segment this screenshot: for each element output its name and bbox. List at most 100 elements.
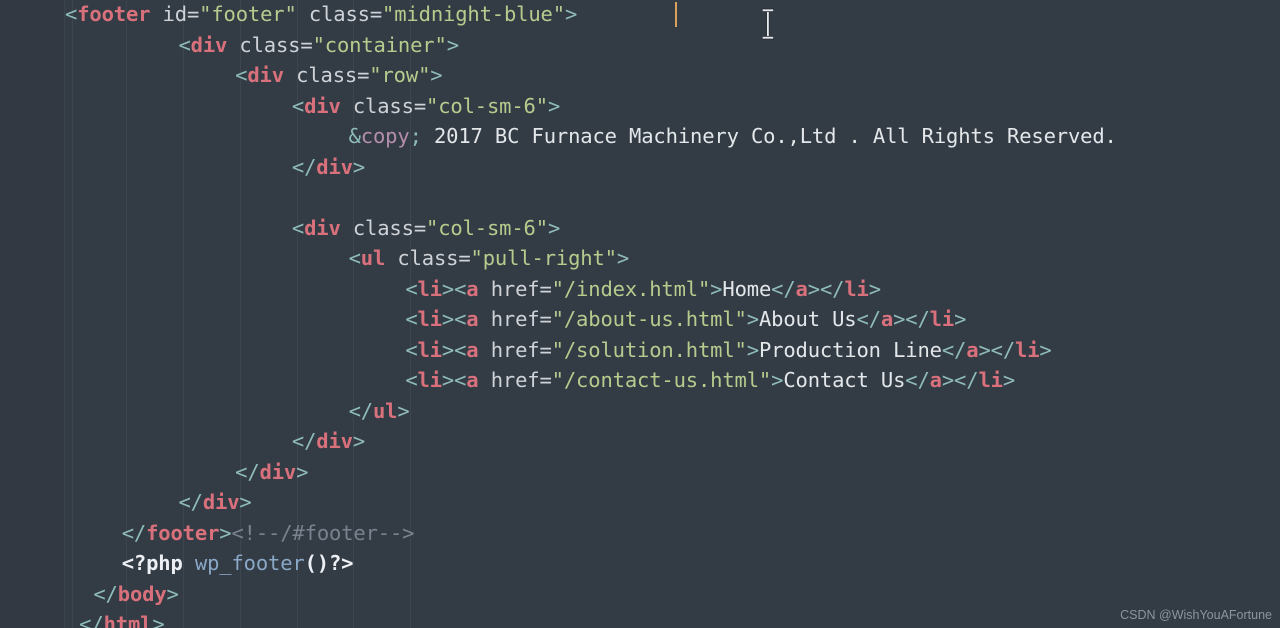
code-token: div (304, 215, 341, 240)
code-line[interactable]: <div class="col-sm-6"> (292, 213, 560, 244)
code-token: "/about-us.html" (551, 307, 747, 331)
code-token: a (466, 337, 479, 362)
code-token: ></ (807, 276, 845, 301)
code-line[interactable]: <li><a href="/index.html">Home</a></li> (405, 274, 881, 305)
code-line[interactable]: </body> (93, 579, 179, 610)
code-token: < (405, 307, 418, 331)
code-token: < (178, 32, 191, 57)
code-token: "midnight-blue" (382, 2, 565, 26)
code-token: ul (360, 246, 386, 270)
code-token: </ (291, 429, 317, 453)
code-line[interactable]: &copy; 2017 BC Furnace Machinery Co.,Ltd… (349, 121, 1117, 152)
code-line[interactable]: </div> (235, 457, 308, 488)
code-content[interactable]: <footer id="footer" class="midnight-blue… (65, 0, 1280, 628)
code-token: = (413, 93, 427, 118)
code-token: ()?> (304, 551, 354, 575)
code-token: a (929, 368, 942, 392)
code-token: div (304, 93, 341, 118)
code-token: class (340, 93, 414, 118)
code-line[interactable]: </div> (178, 487, 251, 518)
code-token: ></ (893, 307, 930, 331)
code-token: > (352, 154, 366, 179)
code-token: div (190, 32, 228, 57)
code-token: > (564, 2, 578, 26)
code-line[interactable]: <div class="col-sm-6"> (292, 91, 560, 122)
code-line[interactable]: <?php wp_footer()?> (122, 548, 354, 579)
code-token: "/index.html" (551, 276, 711, 301)
code-line[interactable]: </div> (292, 152, 365, 183)
code-token: <?php (121, 551, 195, 575)
text-ibeam-cursor (761, 8, 774, 40)
code-token: copy (360, 124, 410, 148)
code-token: > (868, 276, 881, 301)
code-token: </ (771, 276, 796, 301)
code-token: = (539, 307, 552, 331)
code-line[interactable]: <div class="row"> (235, 60, 442, 91)
code-token: < (348, 246, 361, 270)
code-token: > (219, 520, 232, 545)
code-token: <!--/#footer--> (231, 520, 415, 545)
code-line[interactable]: <div class="container"> (178, 30, 459, 61)
code-token: = (539, 337, 552, 362)
code-token: < (291, 215, 305, 240)
code-token: id (150, 2, 188, 26)
code-line[interactable]: <li><a href="/about-us.html">About Us</a… (405, 304, 966, 335)
gutter-separator (64, 0, 65, 628)
code-token: >< (441, 337, 467, 362)
code-token: > (954, 307, 967, 331)
code-token: >< (441, 276, 467, 301)
code-line[interactable]: </html> (79, 609, 165, 628)
code-token: = (539, 368, 552, 392)
code-token: footer (77, 2, 151, 26)
code-token: < (291, 93, 305, 118)
code-line[interactable]: </footer><!--/#footer--> (122, 518, 415, 549)
code-token: a (880, 307, 894, 331)
code-token: </ (905, 368, 930, 392)
code-token: li (929, 307, 955, 331)
code-editor[interactable]: 123456789101112131415161718192021 <foote… (0, 0, 1280, 628)
code-line[interactable]: </ul> (349, 396, 410, 427)
code-token: wp_footer (194, 551, 305, 575)
code-line[interactable]: <li><a href="/contact-us.html">Contact U… (405, 365, 1015, 396)
code-token: >< (441, 368, 467, 392)
code-token: "col-sm-6" (426, 215, 548, 240)
code-line[interactable]: <ul class="pull-right"> (348, 243, 630, 274)
code-token: a (795, 276, 808, 301)
code-line[interactable]: <footer id="footer" class="midnight-blue… (65, 0, 577, 30)
code-token: > (616, 246, 630, 270)
code-token: Home (722, 276, 772, 301)
code-token: li (417, 337, 443, 362)
code-token: "footer" (199, 2, 297, 26)
code-line[interactable]: </div> (292, 426, 365, 457)
code-token: > (446, 32, 459, 57)
code-token: footer (146, 520, 220, 545)
code-token: > (1002, 368, 1016, 392)
code-token: > (397, 398, 410, 423)
code-token: > (430, 63, 443, 87)
code-line[interactable]: <li><a href="/solution.html">Production … (405, 335, 1051, 366)
code-token: href (478, 276, 540, 301)
code-token: ></ (978, 337, 1016, 362)
code-token: = (413, 215, 427, 240)
code-token: > (352, 429, 366, 453)
code-token: ul (372, 398, 398, 423)
code-token: </ (121, 520, 147, 545)
code-token: class (227, 32, 301, 57)
code-token: > (296, 459, 309, 484)
code-token: "container" (312, 32, 447, 57)
code-token: Production Line (758, 337, 942, 362)
code-token: = (357, 63, 370, 87)
text-caret (674, 2, 677, 27)
code-token: class (385, 246, 459, 270)
code-token: = (369, 2, 383, 26)
code-token: </ (941, 337, 967, 362)
code-token: "row" (369, 63, 431, 87)
code-token: > (547, 215, 561, 240)
code-token: </ (79, 612, 104, 628)
code-token: href (478, 337, 540, 362)
code-token: > (166, 581, 179, 606)
code-token: "col-sm-6" (426, 93, 548, 118)
code-token: > (1039, 337, 1052, 362)
code-token: a (466, 276, 479, 301)
code-token: a (466, 368, 479, 392)
